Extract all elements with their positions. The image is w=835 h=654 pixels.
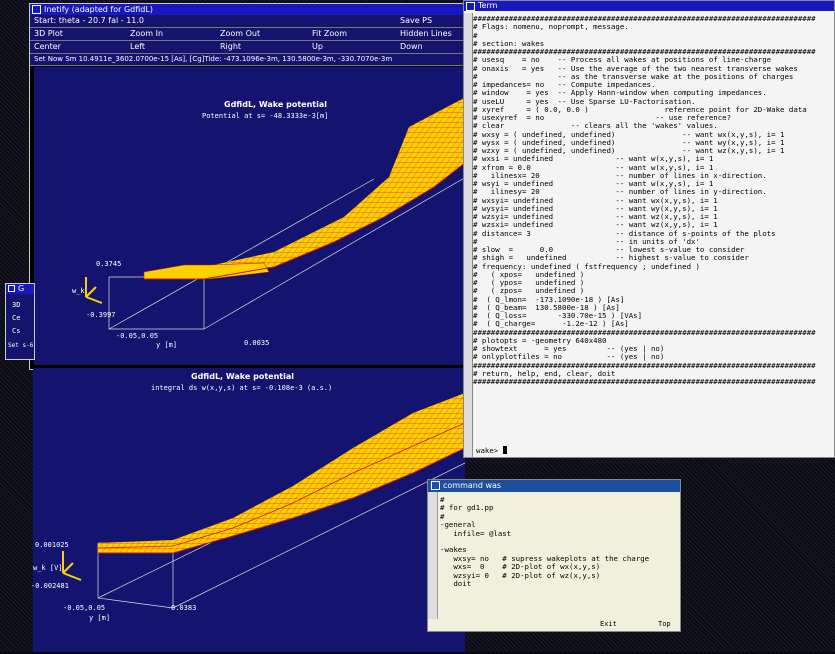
- term-line: ########################################…: [473, 377, 816, 386]
- command-line: infile= @last: [440, 528, 512, 538]
- text-cursor-icon: [502, 446, 507, 454]
- small-menu-center[interactable]: Ce: [12, 314, 20, 322]
- exit-button[interactable]: Exit: [600, 620, 617, 628]
- z-tick-top-bottom: 0.001025: [35, 541, 69, 549]
- wake-plot-top: GdfidL, Wake potential Potential at s= -…: [34, 67, 467, 365]
- 3d-plot-button[interactable]: 3D Plot: [34, 28, 63, 40]
- up-button[interactable]: Up: [312, 41, 323, 53]
- plot-title-top: GdfidL, Wake potential: [224, 100, 327, 109]
- term-title: Term: [478, 1, 498, 10]
- window-menu-icon[interactable]: [8, 285, 15, 292]
- command-was-window: command was # # for gd1.pp # -general infil…: [427, 479, 681, 632]
- status-text: Set Now Sm 10.4911e_3602.0700e-15 [As], …: [34, 55, 393, 63]
- command-line: # for gd1.pp: [440, 503, 494, 513]
- z-tick-top: 0.3745: [96, 260, 122, 268]
- x-tick-bottom: 0.0383: [171, 604, 197, 612]
- toolbar-row-3: Center Left Right Up Down: [30, 41, 470, 54]
- zoom-out-button[interactable]: Zoom Out: [220, 28, 260, 40]
- center-button[interactable]: Center: [34, 41, 61, 53]
- window-menu-icon[interactable]: [431, 481, 440, 490]
- command-line: doit: [440, 578, 472, 588]
- save-ps-button[interactable]: Save PS: [400, 15, 432, 27]
- plot-window-small: G 3D Ce Cs Set s-6: [5, 283, 35, 360]
- plot-window-top-titlebar[interactable]: Inetify (adapted for GdfidL): [30, 4, 470, 15]
- plot-title-bottom: GdfidL, Wake potential: [191, 372, 294, 381]
- plot-window-top: Inetify (adapted for GdfidL) Start: thet…: [29, 3, 471, 370]
- command-scrollbar[interactable]: [428, 492, 438, 619]
- y-tick-top: -0.05,0.05: [116, 332, 159, 340]
- y-tick-bottom: -0.05,0.05: [63, 604, 106, 612]
- command-was-title: command was: [443, 481, 502, 490]
- toolbar-row-2: 3D Plot Zoom In Zoom Out Fit Zoom Hidden…: [30, 28, 470, 41]
- small-menu-3d[interactable]: 3D: [12, 301, 20, 309]
- command-line: wzsyi= 0 # 2D-plot of wz(x,y,s): [440, 570, 601, 580]
- down-button[interactable]: Down: [400, 41, 423, 53]
- window-menu-icon[interactable]: [32, 5, 41, 14]
- toolbar-row-1: Start: theta - 20.7 fal - 11.0 Save PS: [30, 15, 470, 28]
- z-axis-label-bottom: w_k [V]: [33, 564, 63, 572]
- right-button[interactable]: Right: [220, 41, 241, 53]
- x-tick-top: 0.0035: [244, 339, 270, 347]
- term-output: ########################################…: [473, 15, 826, 386]
- plot-subtitle-top: Potential at s= -48.3333e-3[m]: [202, 112, 329, 120]
- y-axis-label-bottom: y [m]: [89, 614, 111, 622]
- z-tick-bottom-bottom: -0.002481: [31, 582, 69, 590]
- small-window-title: G: [18, 284, 25, 293]
- plot-window-top-title: Inetify (adapted for GdfidL): [44, 5, 153, 14]
- command-was-titlebar[interactable]: command was: [428, 480, 680, 492]
- term-titlebar[interactable]: Term: [464, 1, 834, 11]
- small-menu-cs[interactable]: Cs: [12, 327, 20, 335]
- small-status: Set s-6: [8, 342, 34, 349]
- left-button[interactable]: Left: [130, 41, 145, 53]
- status-line: Set Now Sm 10.4911e_3602.0700e-15 [As], …: [30, 54, 470, 66]
- term-scrollbar[interactable]: [464, 13, 473, 457]
- start-view-button[interactable]: Start: theta - 20.7 fal - 11.0: [34, 15, 144, 27]
- fit-zoom-button[interactable]: Fit Zoom: [312, 28, 347, 40]
- command-line: [440, 538, 676, 546]
- window-menu-icon[interactable]: [466, 2, 475, 11]
- small-window-titlebar[interactable]: G: [6, 284, 34, 294]
- z-axis-label-top: w_k: [72, 287, 85, 295]
- zoom-in-button[interactable]: Zoom In: [130, 28, 163, 40]
- plot-subtitle-bottom: integral ds w(x,y,s) at s= -0.108e-3 (a.…: [151, 384, 333, 392]
- wake-plot-bottom: GdfidL, Wake potential integral ds w(x,y…: [31, 368, 466, 652]
- hidden-lines-button[interactable]: Hidden Lines: [400, 28, 452, 40]
- command-text: # # for gd1.pp # -general infile= @last -wak…: [440, 495, 676, 588]
- term-line: # Flags: nomenu, noprompt, message.: [473, 22, 629, 32]
- z-tick-bottom-top: -0.3997: [86, 311, 116, 319]
- top-button[interactable]: Top: [658, 620, 671, 628]
- term-window: Term ###################################…: [463, 0, 835, 458]
- term-prompt-label: wake>: [476, 446, 499, 455]
- term-prompt[interactable]: wake>: [476, 446, 507, 455]
- y-axis-label-top: y [m]: [156, 341, 178, 349]
